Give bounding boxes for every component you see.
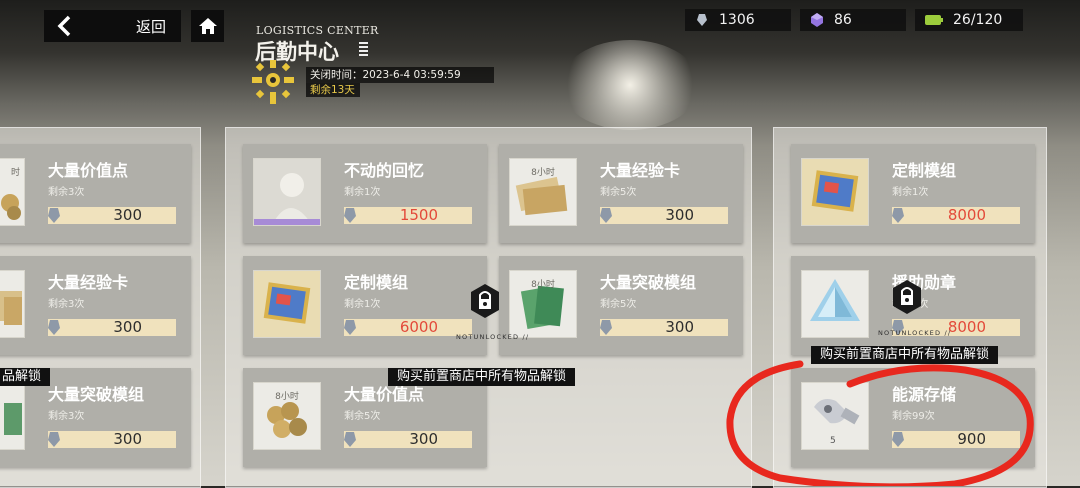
red-circle-annotation [726, 360, 1034, 486]
